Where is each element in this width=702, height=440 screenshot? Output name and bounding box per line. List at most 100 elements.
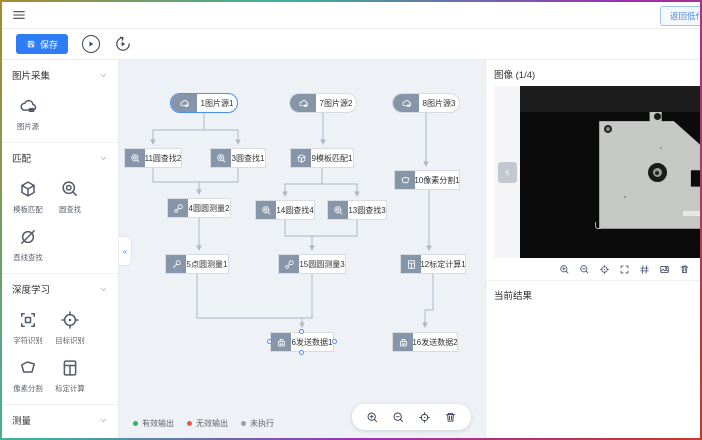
node-connection-handle[interactable]: [299, 350, 304, 355]
flow-node[interactable]: 8图片源3: [392, 93, 460, 113]
node-label: 1图片源1: [197, 94, 237, 112]
plate-tab-hole: [654, 113, 661, 120]
trash-icon[interactable]: [444, 411, 457, 424]
flow-node[interactable]: 6发送数据1: [270, 332, 334, 352]
flow-node[interactable]: 12标定计算1: [400, 254, 466, 274]
flow-node[interactable]: 3圆查找1: [210, 148, 266, 168]
locate-icon[interactable]: [418, 411, 431, 424]
point-circle-measure-icon: [171, 259, 182, 270]
node-icon-box: [166, 255, 186, 273]
node-icon-box: [291, 149, 311, 167]
node-connection-handle[interactable]: [267, 339, 272, 344]
zoom-in-icon[interactable]: [559, 264, 570, 275]
node-label: 9模板匹配1: [311, 149, 353, 167]
circle-circle-measure-icon: [173, 203, 184, 214]
node-label: 13圆查找3: [348, 201, 386, 219]
circle-find-icon: [261, 205, 272, 216]
flow-node[interactable]: 1图片源1: [170, 93, 238, 113]
back-to-lowcode-button[interactable]: 返回低代: [660, 6, 700, 26]
node-label: 10像素分割1: [415, 171, 459, 189]
node-connection-handle[interactable]: [299, 329, 304, 334]
fullscreen-icon[interactable]: [619, 264, 630, 275]
tool-item-label: 图片源: [16, 121, 38, 131]
tool-item[interactable]: 图片源: [12, 96, 43, 132]
tool-item[interactable]: 圆查找: [54, 179, 85, 215]
flow-node[interactable]: 7图片源2: [289, 93, 357, 113]
circle-circle-measure-icon: [284, 259, 295, 270]
action-toolbar: 保存: [2, 29, 700, 60]
section-header[interactable]: 匹配: [12, 151, 108, 165]
menu-icon[interactable]: [12, 8, 26, 22]
flow-node[interactable]: 16发送数据2: [392, 332, 458, 352]
section-header[interactable]: 深度学习: [12, 282, 108, 296]
flow-node[interactable]: 11圆查找2: [124, 148, 182, 168]
grid-icon[interactable]: [639, 264, 650, 275]
tool-item[interactable]: 标定计算: [54, 358, 85, 394]
tool-item-label: 目标识别: [55, 335, 84, 345]
tool-item-label: 标定计算: [55, 383, 84, 393]
node-icon-box: [328, 201, 348, 219]
sidebar-section: 深度学习字符识别 目标识别像素分割标定计算: [2, 273, 118, 404]
camera-image[interactable]: [520, 86, 700, 258]
prev-image-button[interactable]: [498, 162, 517, 183]
template-match-icon: [18, 179, 38, 199]
zoom-out-icon[interactable]: [392, 411, 405, 424]
flow-node[interactable]: 9模板匹配1: [290, 148, 354, 168]
node-icon-box: [395, 171, 415, 189]
status-legend: 有效输出无效输出未执行: [133, 418, 274, 429]
node-icon-box: [393, 333, 413, 351]
target-recognition-icon: [60, 310, 80, 330]
flow-node[interactable]: 14圆查找4: [255, 200, 315, 220]
legend-dot: [187, 421, 192, 426]
metal-plate: [599, 112, 700, 229]
app-window: 返回低代 保存 图片采集图片源匹配模板匹配圆查找直线查找深度学习字符识别 目标识别…: [2, 2, 700, 438]
flow-canvas[interactable]: 1图片源1 7图片源2 8图片源3 11圆查找2 3圆查找1 9模板匹配1 10像素分割1 4…: [119, 60, 485, 438]
sidebar-collapse-handle[interactable]: «: [119, 236, 132, 266]
image-toolbar: [486, 258, 700, 281]
image-background-band: [520, 86, 700, 112]
trash-icon[interactable]: [679, 264, 690, 275]
export-icon[interactable]: [659, 264, 670, 275]
pixel-segment-icon: [18, 358, 38, 378]
template-match-icon: [296, 153, 307, 164]
node-label: 12标定计算1: [421, 255, 465, 273]
plate-small-hole: [604, 125, 612, 133]
loop-play-icon: [115, 36, 131, 52]
tool-item[interactable]: 模板匹配: [12, 179, 43, 215]
flow-node[interactable]: 13圆查找3: [327, 200, 387, 220]
legend-label: 无效输出: [196, 418, 228, 429]
ocr-icon: [18, 310, 38, 330]
zoom-in-icon[interactable]: [366, 411, 379, 424]
section-header[interactable]: 图片采集: [12, 68, 108, 82]
tool-item[interactable]: 像素分割: [12, 358, 43, 394]
tool-item[interactable]: 字符识别: [12, 310, 43, 346]
top-header: 返回低代: [2, 2, 700, 29]
flow-node[interactable]: 15圆圆测量3: [278, 254, 346, 274]
tool-item[interactable]: 目标识别: [54, 310, 85, 346]
flow-node[interactable]: 4圆圆测量2: [167, 198, 231, 218]
run-button[interactable]: [82, 35, 100, 53]
flow-node[interactable]: 10像素分割1: [394, 170, 460, 190]
image-preview: [494, 86, 700, 258]
node-label: 16发送数据2: [413, 333, 457, 351]
save-button[interactable]: 保存: [16, 34, 68, 54]
loop-run-button[interactable]: [114, 35, 132, 53]
node-connection-handle[interactable]: [332, 339, 337, 344]
main-area: 图片采集图片源匹配模板匹配圆查找直线查找深度学习字符识别 目标识别像素分割标定计算…: [2, 60, 700, 438]
tool-item-label: 直线查找: [13, 252, 42, 262]
section-title: 图片采集: [12, 68, 50, 82]
cloud-image-icon: [179, 98, 190, 109]
section-header[interactable]: 测量: [12, 413, 108, 427]
locate-icon[interactable]: [599, 264, 610, 275]
node-label: 5点圆测量1: [186, 255, 228, 273]
tool-item-label: 字符识别: [13, 335, 42, 345]
flow-node[interactable]: 5点圆测量1: [165, 254, 229, 274]
calib-calc-icon: [406, 259, 417, 270]
tool-item[interactable]: 直线查找: [12, 227, 43, 263]
plate-label-mark: [683, 211, 700, 216]
play-icon: [86, 39, 96, 49]
screen-frame: 返回低代 保存 图片采集图片源匹配模板匹配圆查找直线查找深度学习字符识别 目标识别…: [0, 0, 702, 440]
chevron-left-icon: [502, 167, 513, 178]
zoom-out-icon[interactable]: [579, 264, 590, 275]
chevron-down-icon: [99, 154, 108, 163]
